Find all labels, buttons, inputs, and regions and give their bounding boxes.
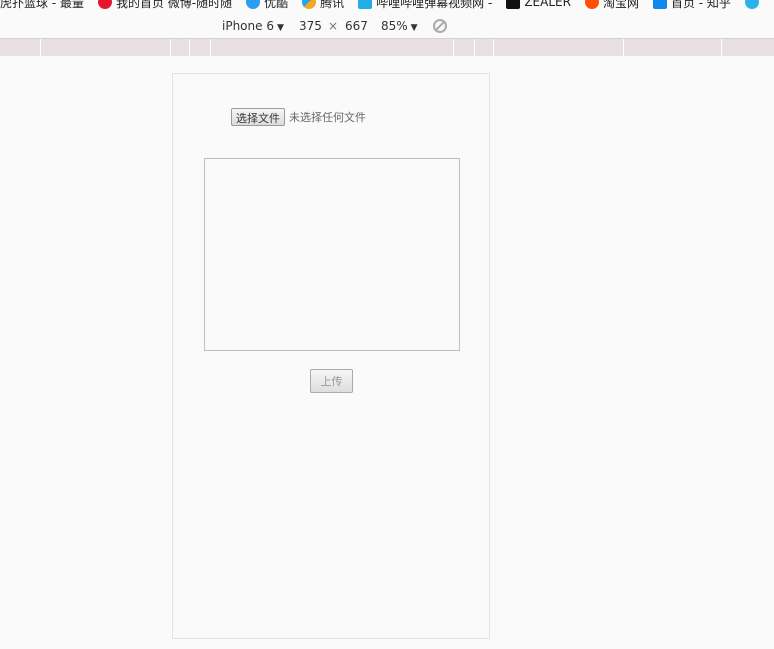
upload-button[interactable]: 上传 bbox=[310, 369, 353, 393]
bookmark-label: 首页 - 知乎 bbox=[670, 0, 731, 10]
caret-down-icon: ▼ bbox=[410, 23, 418, 33]
media-query-bar[interactable] bbox=[0, 38, 774, 56]
preview-textarea[interactable] bbox=[204, 158, 460, 351]
media-query-segment[interactable] bbox=[721, 39, 722, 56]
media-query-segment[interactable] bbox=[189, 39, 190, 56]
taobao-icon bbox=[584, 0, 599, 9]
weibo-icon bbox=[97, 0, 112, 9]
bookmark-label: ZEALER bbox=[524, 0, 571, 9]
zhihu-icon bbox=[652, 0, 667, 9]
media-query-segment[interactable] bbox=[623, 39, 624, 56]
height-field[interactable]: 667 bbox=[345, 19, 368, 33]
bookmarks-bar: 虎扑篮球 - 最量 我的首页 微博-随时随 优酷 腾讯 哔哩哔哩弹幕视频网 - … bbox=[0, 0, 774, 10]
bookmark-label: 我的首页 微博-随时随 bbox=[115, 0, 233, 10]
caret-down-icon: ▼ bbox=[276, 23, 284, 33]
bookmark-weibo[interactable]: 我的首页 微博-随时随 bbox=[97, 0, 233, 10]
file-status-text: 未选择任何文件 bbox=[289, 111, 366, 124]
youku-icon bbox=[246, 0, 261, 9]
rotate-disabled-icon[interactable] bbox=[433, 19, 447, 33]
zealer-icon bbox=[506, 0, 521, 9]
file-input[interactable]: 选择文件 未选择任何文件 bbox=[231, 108, 366, 126]
bookmark-taobao[interactable]: 淘宝网 bbox=[584, 0, 639, 10]
bookmark-label: 虎扑篮球 - 最量 bbox=[0, 0, 84, 10]
tencent-icon bbox=[302, 0, 317, 9]
media-query-segment[interactable] bbox=[453, 39, 454, 56]
bookmark-zealer[interactable]: ZEALER bbox=[506, 0, 571, 9]
bookmark-youku[interactable]: 优酷 bbox=[246, 0, 288, 10]
device-name: iPhone 6 bbox=[222, 19, 274, 33]
device-select[interactable]: iPhone 6 ▼ bbox=[222, 19, 284, 33]
bookmark-label: 优酷 bbox=[264, 0, 289, 10]
choose-file-button[interactable]: 选择文件 bbox=[231, 108, 285, 126]
bookmark-more[interactable] bbox=[744, 0, 763, 9]
dimension-separator: × bbox=[328, 19, 339, 33]
bilibili-icon bbox=[358, 0, 373, 9]
zoom-value: 85% bbox=[381, 19, 408, 33]
bookmark-tencent[interactable]: 腾讯 bbox=[302, 0, 344, 10]
bookmark-zhihu[interactable]: 首页 - 知乎 bbox=[652, 0, 731, 10]
zoom-select[interactable]: 85% ▼ bbox=[381, 19, 418, 33]
media-query-segment[interactable] bbox=[493, 39, 494, 56]
width-field[interactable]: 375 bbox=[299, 19, 322, 33]
media-query-segment[interactable] bbox=[210, 39, 211, 56]
bookmark-bilibili[interactable]: 哔哩哔哩弹幕视频网 - bbox=[358, 0, 492, 10]
media-query-segment[interactable] bbox=[474, 39, 475, 56]
more-bookmark-icon bbox=[744, 0, 759, 9]
bookmark-label: 淘宝网 bbox=[602, 0, 639, 10]
bookmark-hupu[interactable]: 虎扑篮球 - 最量 bbox=[0, 0, 84, 10]
media-query-segment[interactable] bbox=[170, 39, 171, 56]
bookmark-label: 腾讯 bbox=[320, 0, 345, 10]
device-toolbar: iPhone 6 ▼ 375 × 667 85% ▼ bbox=[0, 14, 774, 38]
media-query-segment[interactable] bbox=[40, 39, 41, 56]
device-viewport: 选择文件 未选择任何文件 上传 bbox=[172, 73, 490, 639]
bookmark-label: 哔哩哔哩弹幕视频网 - bbox=[376, 0, 493, 10]
